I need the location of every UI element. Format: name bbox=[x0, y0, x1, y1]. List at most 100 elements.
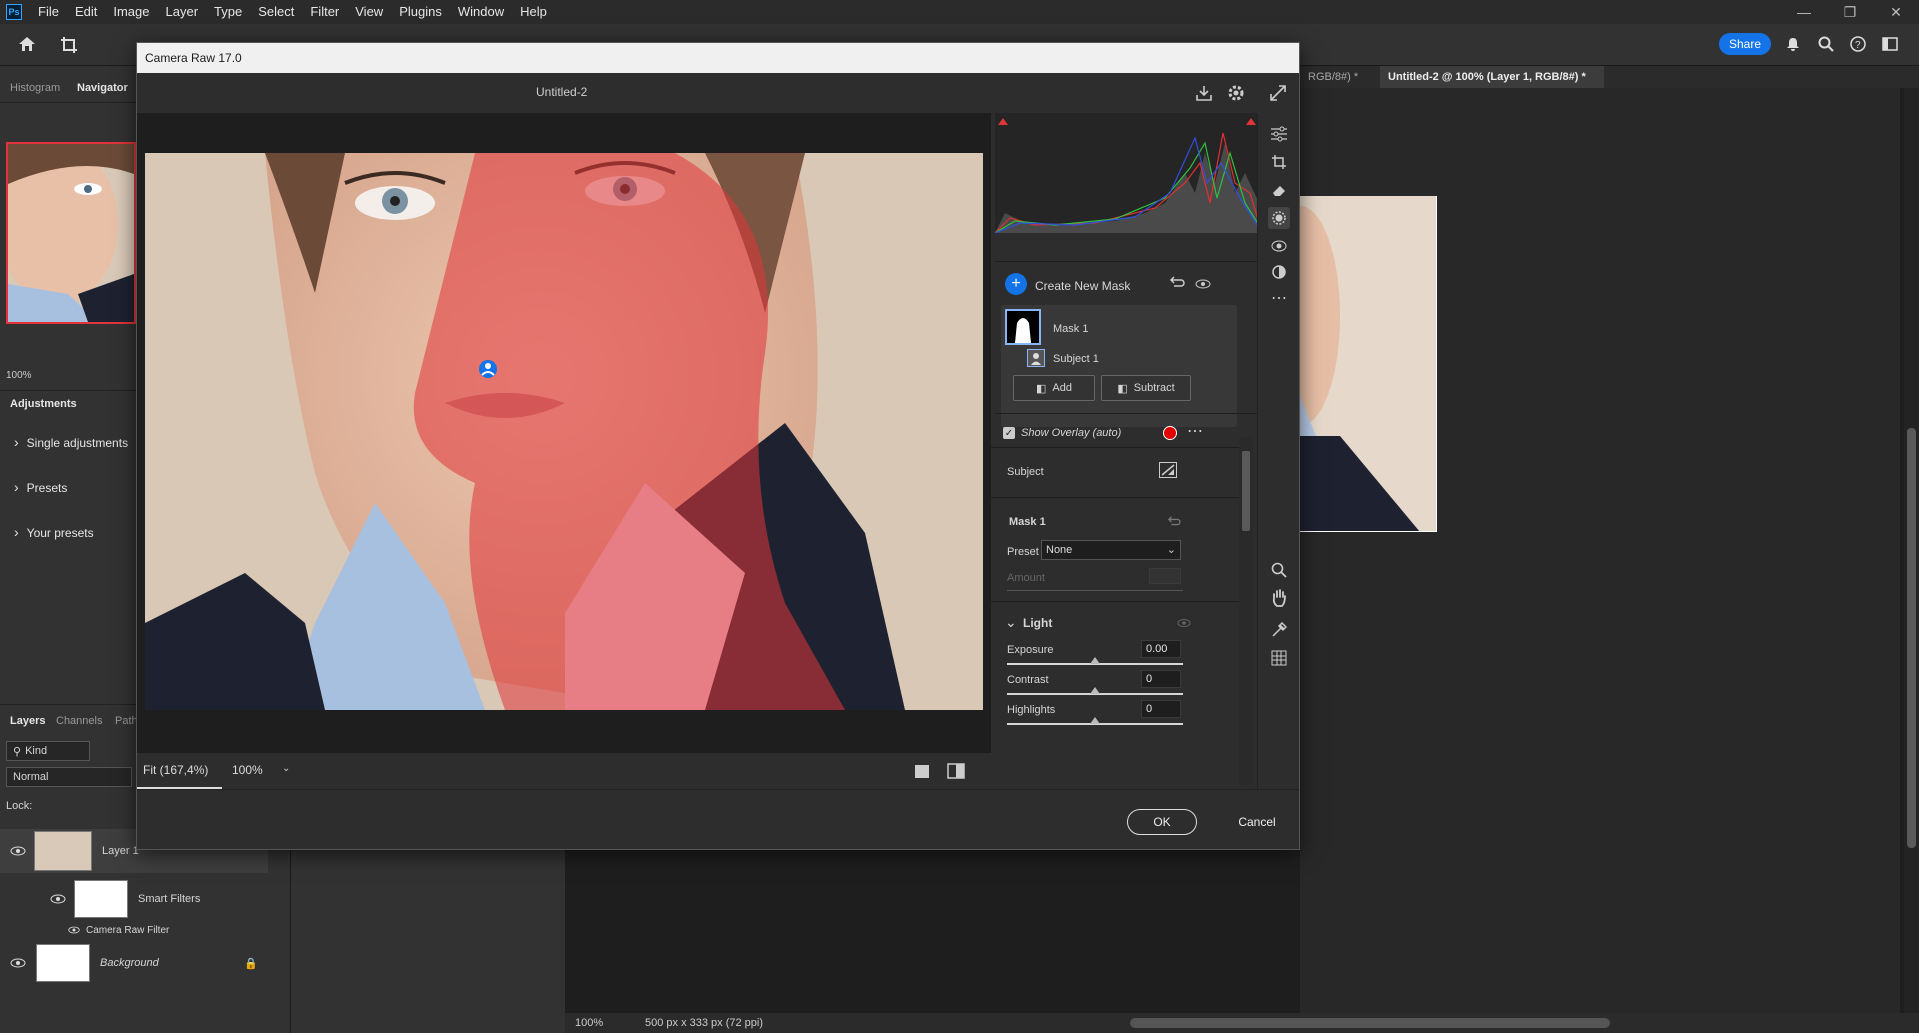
close-icon[interactable]: ✕ bbox=[1873, 0, 1919, 24]
tab-document-1[interactable]: RGB/8#) * bbox=[1300, 66, 1379, 88]
zoom-icon[interactable] bbox=[1268, 559, 1290, 581]
layer-name[interactable]: Smart Filters bbox=[138, 893, 200, 905]
tab-layers[interactable]: Layers bbox=[10, 715, 45, 727]
tab-navigator[interactable]: Navigator bbox=[77, 82, 128, 94]
menu-image[interactable]: Image bbox=[105, 0, 157, 24]
contrast-value[interactable]: 0 bbox=[1141, 670, 1181, 688]
tab-document-2[interactable]: Untitled-2 @ 100% (Layer 1, RGB/8#) * bbox=[1380, 66, 1604, 88]
subject-component[interactable]: Subject 1 bbox=[1053, 353, 1099, 365]
visibility-eye-icon[interactable] bbox=[1177, 618, 1191, 628]
zoom-value[interactable]: 100% bbox=[232, 763, 263, 777]
tab-adjustments[interactable]: Adjustments bbox=[10, 398, 77, 410]
workspace-icon[interactable] bbox=[1882, 36, 1900, 52]
layer-row[interactable]: Smart Filters bbox=[0, 877, 268, 921]
layer-name[interactable]: Background bbox=[100, 957, 159, 969]
reset-icon[interactable] bbox=[1169, 276, 1185, 290]
subtract-mask-button[interactable]: ◧ Subtract bbox=[1101, 375, 1191, 401]
notifications-icon[interactable] bbox=[1785, 36, 1801, 52]
visibility-eye-icon[interactable] bbox=[1195, 279, 1211, 289]
create-new-mask-button[interactable]: Create New Mask bbox=[1035, 279, 1130, 293]
chevron-down-icon[interactable]: ⌄ bbox=[282, 763, 290, 774]
eye-icon[interactable] bbox=[10, 846, 26, 856]
add-mask-button[interactable]: ◧ Add bbox=[1013, 375, 1095, 401]
layer-row[interactable]: Background 🔒 bbox=[0, 941, 268, 985]
layer-kind-filter[interactable]: ⚲ Kind bbox=[6, 741, 90, 761]
exposure-value[interactable]: 0.00 bbox=[1141, 640, 1181, 658]
menu-plugins[interactable]: Plugins bbox=[391, 0, 450, 24]
tab-paths[interactable]: Path bbox=[115, 715, 138, 727]
eye-icon[interactable] bbox=[10, 958, 26, 968]
menu-select[interactable]: Select bbox=[250, 0, 302, 24]
adjust-item-your-presets[interactable]: Your presets bbox=[14, 524, 94, 540]
masking-icon[interactable] bbox=[1268, 207, 1290, 229]
canvas-image[interactable] bbox=[1300, 196, 1437, 532]
show-overlay-checkbox[interactable]: ✓ bbox=[1003, 427, 1015, 439]
minimize-icon[interactable]: — bbox=[1781, 0, 1827, 24]
highlights-value[interactable]: 0 bbox=[1141, 700, 1181, 718]
panel-scrollbar[interactable] bbox=[1239, 437, 1253, 785]
layer-name[interactable]: Camera Raw Filter bbox=[86, 925, 169, 936]
image-preview[interactable] bbox=[137, 113, 991, 753]
photo-with-mask-overlay[interactable] bbox=[145, 153, 983, 710]
adjust-item-single[interactable]: Single adjustments bbox=[14, 434, 128, 450]
status-zoom[interactable]: 100% bbox=[575, 1017, 625, 1029]
amount-field bbox=[1149, 568, 1181, 584]
layer-row[interactable]: Camera Raw Filter bbox=[0, 919, 268, 941]
blend-mode-select[interactable]: Normal bbox=[6, 767, 132, 787]
menu-window[interactable]: Window bbox=[450, 0, 512, 24]
eye-icon[interactable] bbox=[50, 894, 66, 904]
fit-zoom-option[interactable]: Fit (167,4%) bbox=[143, 763, 208, 777]
invert-mask-icon[interactable] bbox=[1159, 462, 1177, 478]
fullscreen-icon[interactable] bbox=[1269, 84, 1287, 102]
tab-channels[interactable]: Channels bbox=[56, 715, 102, 727]
vertical-scrollbar[interactable] bbox=[1904, 88, 1919, 1013]
gear-icon[interactable] bbox=[1227, 84, 1245, 102]
adjust-item-presets[interactable]: Presets bbox=[14, 479, 68, 495]
menu-view[interactable]: View bbox=[347, 0, 391, 24]
reset-icon[interactable] bbox=[1167, 516, 1181, 528]
hand-icon[interactable] bbox=[1268, 587, 1290, 609]
preset-select[interactable]: None ⌄ bbox=[1041, 540, 1181, 560]
crop-tool-icon[interactable] bbox=[60, 36, 78, 54]
search-icon: ⚲ bbox=[13, 745, 22, 758]
eye-icon[interactable] bbox=[68, 926, 80, 934]
grid-icon[interactable] bbox=[1268, 647, 1290, 669]
single-view-icon[interactable] bbox=[915, 765, 929, 778]
tab-histogram[interactable]: Histogram bbox=[10, 82, 60, 94]
crop-icon[interactable] bbox=[1268, 151, 1290, 173]
navigator-thumbnail[interactable] bbox=[6, 142, 136, 324]
search-icon[interactable] bbox=[1818, 36, 1834, 52]
menu-edit[interactable]: Edit bbox=[67, 0, 105, 24]
layer-name[interactable]: Layer 1 bbox=[102, 845, 139, 857]
home-icon[interactable] bbox=[18, 36, 36, 52]
cancel-button[interactable]: Cancel bbox=[1222, 809, 1292, 835]
mask-name[interactable]: Mask 1 bbox=[1053, 323, 1088, 335]
share-button[interactable]: Share bbox=[1719, 33, 1771, 55]
contrast-slider-handle[interactable] bbox=[1090, 687, 1100, 694]
help-icon[interactable]: ? bbox=[1850, 36, 1866, 52]
add-circle-icon[interactable]: + bbox=[1005, 273, 1027, 295]
menu-layer[interactable]: Layer bbox=[158, 0, 207, 24]
restore-icon[interactable]: ❐ bbox=[1827, 0, 1873, 24]
more-options-icon[interactable]: ⋯ bbox=[1187, 421, 1203, 441]
menu-filter[interactable]: Filter bbox=[302, 0, 347, 24]
overlay-color-swatch[interactable] bbox=[1163, 426, 1177, 440]
edit-sliders-icon[interactable] bbox=[1268, 123, 1290, 145]
mask-thumbnail[interactable] bbox=[1005, 309, 1041, 345]
presets-icon[interactable] bbox=[1268, 261, 1290, 283]
eyedropper-icon[interactable] bbox=[1268, 619, 1290, 641]
save-icon[interactable] bbox=[1195, 85, 1213, 101]
exposure-slider-handle[interactable] bbox=[1090, 657, 1100, 664]
more-tools-icon[interactable]: ⋯ bbox=[1268, 287, 1290, 309]
menu-help[interactable]: Help bbox=[512, 0, 555, 24]
horizontal-scrollbar[interactable] bbox=[1130, 1018, 1610, 1028]
before-after-icon[interactable] bbox=[947, 763, 965, 779]
menu-type[interactable]: Type bbox=[206, 0, 250, 24]
highlights-slider-handle[interactable] bbox=[1090, 717, 1100, 724]
chevron-down-icon[interactable]: ⌄ bbox=[1005, 614, 1017, 631]
ok-button[interactable]: OK bbox=[1127, 809, 1197, 835]
eraser-icon[interactable] bbox=[1268, 179, 1290, 201]
light-section-title[interactable]: Light bbox=[1023, 616, 1052, 630]
menu-file[interactable]: File bbox=[30, 0, 67, 24]
red-eye-icon[interactable] bbox=[1268, 235, 1290, 257]
